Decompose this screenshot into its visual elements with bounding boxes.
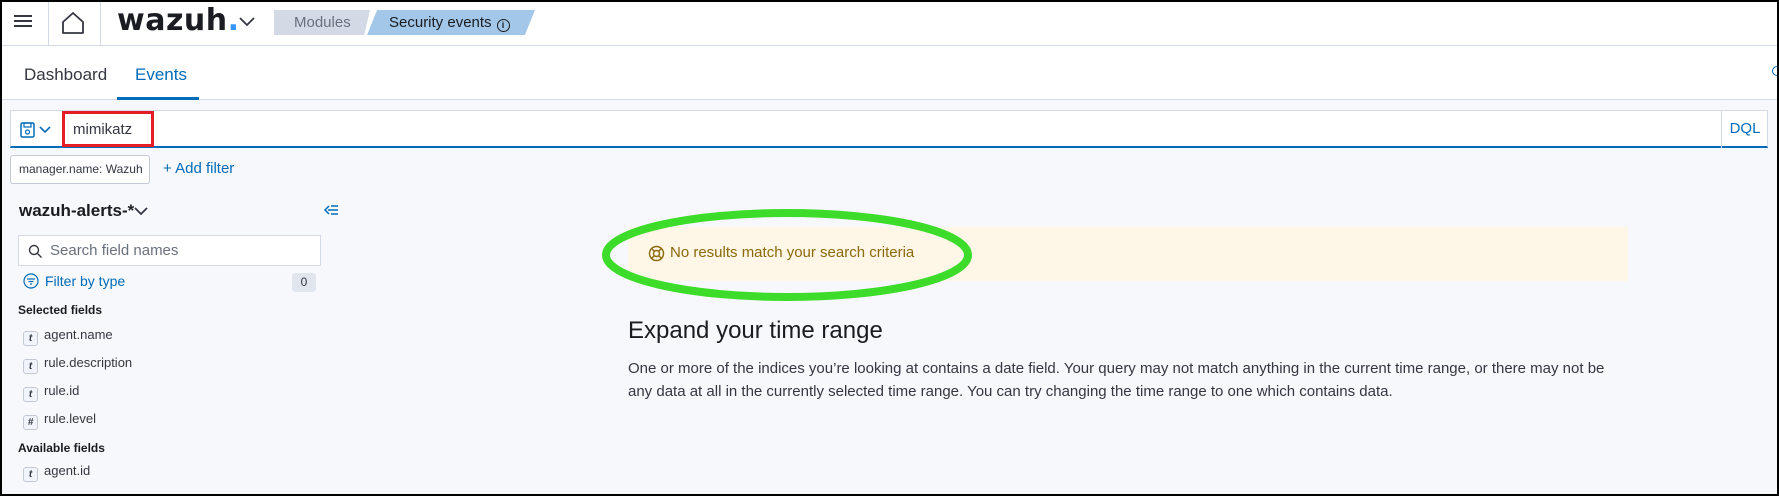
selected-fields-title: Selected fields [18, 303, 103, 317]
query-bar [10, 110, 1768, 148]
field-search-box [18, 235, 321, 266]
number-type-icon: # [23, 415, 38, 430]
string-type-icon: t [23, 387, 38, 402]
tab-bar: Dashboard Events [0, 46, 1779, 100]
expand-time-range-title: Expand your time range [628, 317, 883, 344]
no-results-message: No results match your search criteria [670, 244, 915, 261]
add-filter-button[interactable]: + Add filter [163, 160, 234, 177]
search-query-input[interactable] [64, 111, 1729, 147]
top-header: wazuh. Modules Security events i [0, 0, 1779, 46]
field-name: rule.level [44, 411, 97, 426]
breadcrumb-label: Security events [389, 14, 492, 31]
field-item[interactable]: # rule.level [23, 411, 96, 430]
filter-pill-manager[interactable]: manager.name: Wazuh [10, 155, 150, 184]
available-fields-title: Available fields [18, 441, 105, 455]
breadcrumb-security-events[interactable]: Security events i [367, 10, 535, 35]
collapse-sidebar-icon[interactable] [322, 201, 340, 219]
field-name: agent.name [44, 327, 113, 342]
breadcrumb-modules[interactable]: Modules [274, 10, 370, 35]
field-name: rule.id [44, 383, 80, 398]
filter-by-type-label: Filter by type [45, 273, 126, 289]
chevron-down-icon[interactable] [238, 12, 256, 30]
field-item[interactable]: t agent.id [23, 463, 90, 482]
string-type-icon: t [23, 359, 38, 374]
field-item[interactable]: t rule.description [23, 355, 132, 374]
header-divider [100, 0, 101, 46]
info-icon: i [496, 19, 510, 32]
field-search-input[interactable] [50, 236, 318, 265]
field-name: agent.id [44, 463, 91, 478]
filter-icon [23, 273, 39, 289]
string-type-icon: t [23, 467, 38, 482]
filter-by-type-button[interactable]: Filter by type [23, 273, 125, 289]
field-item[interactable]: t rule.id [23, 383, 79, 402]
header-divider [48, 0, 49, 46]
help-icon[interactable] [1772, 66, 1779, 76]
active-tab-indicator [117, 97, 199, 100]
filter-count-badge: 0 [292, 273, 316, 292]
dql-button[interactable]: DQL [1721, 110, 1768, 148]
chevron-down-icon[interactable] [133, 203, 149, 219]
expand-time-range-text: One or more of the indices you’re lookin… [628, 360, 1605, 400]
main-background [0, 100, 1779, 496]
menu-icon[interactable] [14, 12, 36, 32]
search-icon [28, 244, 42, 258]
home-icon[interactable] [60, 10, 86, 36]
field-item[interactable]: t agent.name [23, 327, 113, 346]
wazuh-logo[interactable]: wazuh. [117, 3, 240, 38]
help-lifebuoy-icon [648, 245, 665, 262]
saved-query-icon[interactable] [19, 119, 59, 141]
string-type-icon: t [23, 331, 38, 346]
index-pattern-name[interactable]: wazuh-alerts-* [19, 201, 134, 221]
tab-events[interactable]: Events [135, 65, 187, 85]
field-name: rule.description [44, 355, 133, 370]
tab-dashboard[interactable]: Dashboard [24, 65, 107, 85]
no-results-callout: No results match your search criteria [628, 227, 1628, 281]
